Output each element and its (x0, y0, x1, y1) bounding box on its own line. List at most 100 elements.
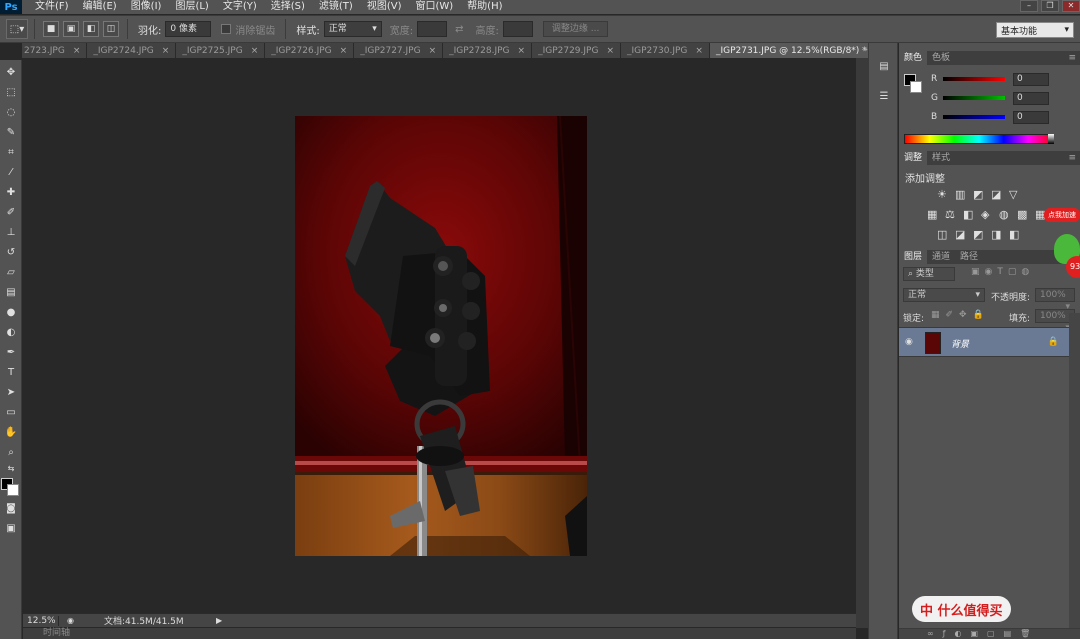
canvas-scrollbar[interactable] (856, 58, 868, 628)
lock-icons[interactable]: ▦✐✥🔒 (931, 310, 990, 320)
blur-tool-icon[interactable]: ● (4, 306, 18, 320)
adjustment-icon[interactable]: ◈ (981, 208, 989, 221)
layer-name[interactable]: 背景 (951, 337, 969, 350)
menu-item-8[interactable]: 窗口(W) (408, 0, 460, 14)
adjustment-icon[interactable]: ▩ (1017, 208, 1027, 221)
channel-value-input[interactable]: 0 (1013, 72, 1049, 86)
clone-stamp-tool-icon[interactable]: ⊥ (4, 226, 18, 240)
adjustment-icon[interactable]: ▦ (927, 208, 937, 221)
menu-item-3[interactable]: 图层(L) (168, 0, 215, 14)
close-icon[interactable]: × (606, 44, 614, 58)
panel-menu-icon[interactable]: ≡ (1068, 53, 1076, 63)
document-tab[interactable]: _IGP2730.JPG × (621, 43, 710, 58)
intersect-selection-icon[interactable]: ◫ (103, 21, 119, 37)
share-icon[interactable]: ◉ (63, 616, 78, 625)
screen-mode-icon[interactable]: ▣ (4, 522, 18, 536)
crop-tool-icon[interactable]: ⌗ (4, 146, 18, 160)
menu-item-4[interactable]: 文字(Y) (216, 0, 264, 14)
adjustment-icon[interactable]: ⚖ (945, 208, 955, 221)
menu-item-1[interactable]: 编辑(E) (76, 0, 124, 14)
channel-value-input[interactable]: 0 (1013, 91, 1049, 105)
properties-panel-icon[interactable]: ☰ (876, 91, 892, 105)
background-color-swatch[interactable] (7, 484, 19, 496)
document-tab[interactable]: _IGP2731.JPG @ 12.5%(RGB/8*) *× (709, 43, 870, 58)
layer-kind-filter[interactable]: ⌕ 类型 (903, 267, 955, 281)
promo-sticker[interactable]: 点我加速 93 (1044, 208, 1080, 280)
feather-input[interactable]: 0 像素 (165, 21, 212, 37)
workspace-select[interactable]: 基本功能 ▾ (996, 22, 1074, 38)
menu-item-7[interactable]: 视图(V) (360, 0, 409, 14)
canvas-area[interactable] (23, 58, 856, 613)
eraser-tool-icon[interactable]: ▱ (4, 266, 18, 280)
menu-item-5[interactable]: 选择(S) (264, 0, 312, 14)
blend-mode-select[interactable]: 正常 ▾ (903, 288, 985, 302)
minimize-button[interactable]: – (1020, 0, 1038, 12)
height-input[interactable] (502, 21, 533, 37)
style-select[interactable]: 正常 ▾ (323, 21, 382, 37)
antialias-checkbox[interactable] (221, 24, 232, 34)
brush-tool-icon[interactable]: ✐ (4, 206, 18, 220)
quick-mask-icon[interactable]: ◙ (4, 502, 18, 516)
quick-select-tool-icon[interactable]: ✎ (4, 126, 18, 140)
move-tool-icon[interactable]: ✥ (4, 66, 18, 80)
close-icon[interactable]: × (429, 44, 437, 58)
shape-tool-icon[interactable]: ▭ (4, 406, 18, 420)
adjustment-icon[interactable]: ◩ (973, 228, 983, 241)
tab-adjustments[interactable]: 调整 (899, 151, 928, 165)
path-select-tool-icon[interactable]: ➤ (4, 386, 18, 400)
zoom-tool-icon[interactable]: ⌕ (4, 446, 18, 460)
adjustment-icon[interactable]: ◪ (955, 228, 965, 241)
color-spectrum[interactable] (904, 134, 1054, 144)
layer-filter-icons[interactable]: ▣◉T▢◍ (971, 267, 1034, 277)
channel-slider[interactable] (943, 77, 1005, 81)
zoom-level[interactable]: 12.5% (23, 615, 59, 626)
channel-slider[interactable] (943, 115, 1005, 119)
restore-button[interactable]: ❐ (1041, 0, 1059, 12)
status-menu-arrow-icon[interactable]: ▶ (216, 616, 222, 625)
pen-tool-icon[interactable]: ✒ (4, 346, 18, 360)
timeline-tab[interactable]: 时间轴 (23, 628, 856, 639)
menu-item-6[interactable]: 滤镜(T) (312, 0, 360, 14)
history-brush-tool-icon[interactable]: ↺ (4, 246, 18, 260)
tab-paths[interactable]: 路径 (955, 250, 983, 264)
dodge-tool-icon[interactable]: ◐ (4, 326, 18, 340)
adjustment-icon[interactable]: ◧ (1009, 228, 1019, 241)
close-icon[interactable]: × (340, 44, 348, 58)
tab-styles[interactable]: 样式 (927, 151, 955, 165)
document-tab[interactable]: 2723.JPG × (22, 43, 88, 58)
document-tab[interactable]: _IGP2727.JPG × (354, 43, 444, 58)
adjustment-icon[interactable]: ☀ (937, 188, 947, 201)
document-tab[interactable]: _IGP2726.JPG × (265, 43, 355, 58)
menu-item-2[interactable]: 图像(I) (124, 0, 169, 14)
document-tab[interactable]: _IGP2725.JPG × (176, 43, 266, 58)
close-icon[interactable]: × (518, 44, 526, 58)
panel-menu-icon[interactable]: ≡ (1068, 153, 1076, 163)
menu-item-0[interactable]: 文件(F) (28, 0, 76, 14)
visibility-eye-icon[interactable]: ◉ (905, 337, 913, 347)
swap-icon[interactable]: ⇄ (455, 24, 463, 35)
opacity-input[interactable]: 100% ▾ (1035, 288, 1075, 312)
adjustment-icon[interactable]: ▥ (955, 188, 965, 201)
layers-scrollbar[interactable] (1069, 313, 1080, 628)
adjustment-icon[interactable]: ◫ (937, 228, 947, 241)
layer-action-icons[interactable]: ∞ƒ◐▣▢▤🗑 (927, 629, 1039, 638)
adjustment-icon[interactable]: ◨ (991, 228, 1001, 241)
swap-colors-icon[interactable]: ⇆ (4, 462, 18, 476)
subtract-selection-icon[interactable]: ◧ (83, 21, 99, 37)
close-icon[interactable]: × (73, 44, 81, 58)
refine-edge-button[interactable]: 调整边缘 ... (542, 21, 609, 37)
close-icon[interactable]: × (162, 44, 170, 58)
healing-brush-tool-icon[interactable]: ✚ (4, 186, 18, 200)
menu-item-9[interactable]: 帮助(H) (460, 0, 509, 14)
document-tab[interactable]: _IGP2724.JPG × (87, 43, 177, 58)
add-selection-icon[interactable]: ▣ (63, 21, 79, 37)
adjustment-icon[interactable]: ◪ (991, 188, 1001, 201)
marquee-preset-picker[interactable]: ⬚▾ (6, 19, 28, 39)
marquee-tool-icon[interactable]: ⬚ (4, 86, 18, 100)
document-tab[interactable]: _IGP2728.JPG × (443, 43, 533, 58)
close-button[interactable]: ✕ (1062, 0, 1080, 12)
document-tab[interactable]: _IGP2729.JPG × (532, 43, 621, 58)
tab-color[interactable]: 颜色 (899, 51, 928, 65)
lasso-tool-icon[interactable]: ◌ (4, 106, 18, 120)
color-bg-swatch[interactable] (910, 81, 922, 93)
